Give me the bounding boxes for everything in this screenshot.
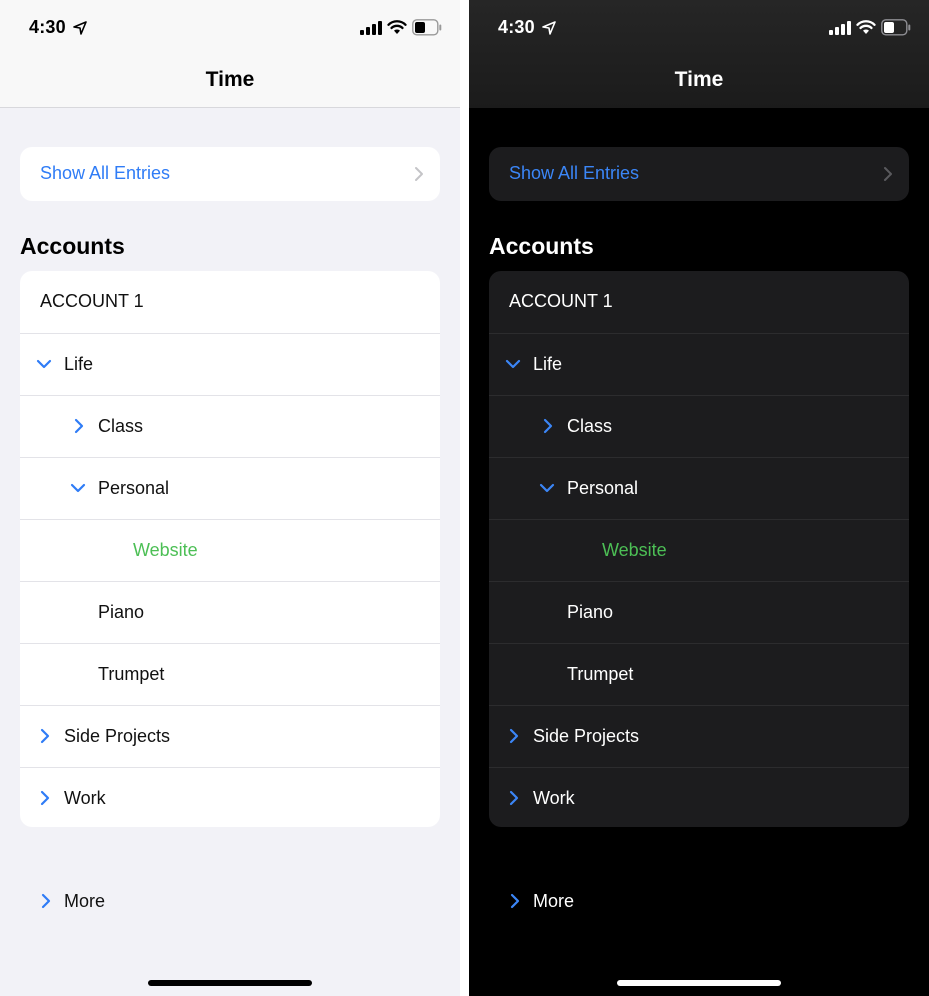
- battery-icon: [881, 19, 911, 36]
- list-item-label: Work: [533, 788, 575, 808]
- list-item-trumpet[interactable]: Trumpet: [20, 643, 440, 705]
- more-button[interactable]: More: [489, 884, 909, 920]
- status-time: 4:30: [498, 17, 535, 37]
- show-all-entries-label: Show All Entries: [509, 163, 640, 183]
- list-item-website[interactable]: Website: [20, 519, 440, 581]
- list-item-label: Website: [133, 540, 198, 560]
- account-label: ACCOUNT 1: [509, 291, 613, 311]
- list-item-label: Piano: [98, 602, 145, 622]
- disclosure-chevron-icon: [884, 167, 892, 181]
- dark-mode-screen: 4:30 Time Show All Entries Accounts ACCO…: [469, 0, 929, 996]
- list-item-label: Life: [64, 354, 94, 374]
- chevron-down-icon: [70, 483, 86, 493]
- list-item-website[interactable]: Website: [489, 519, 909, 581]
- cellular-signal-icon: [360, 21, 382, 35]
- list-item-life[interactable]: Life: [489, 333, 909, 395]
- list-item-work[interactable]: Work: [489, 767, 909, 827]
- list-item-class[interactable]: Class: [20, 395, 440, 457]
- show-all-entries-button[interactable]: Show All Entries: [489, 147, 909, 201]
- list-item-label: Life: [533, 354, 563, 374]
- page-title: Time: [205, 68, 255, 91]
- accounts-header: Accounts: [20, 233, 125, 259]
- list-item-label: Class: [567, 416, 613, 436]
- home-indicator[interactable]: [617, 980, 781, 986]
- list-item-label: Work: [64, 788, 106, 808]
- more-label: More: [533, 891, 575, 911]
- list-item-label: Personal: [98, 478, 170, 498]
- account-row[interactable]: ACCOUNT 1: [20, 271, 440, 333]
- list-item-label: Trumpet: [567, 664, 634, 684]
- list-item-piano[interactable]: Piano: [489, 581, 909, 643]
- list-item-side-projects[interactable]: Side Projects: [20, 705, 440, 767]
- list-item-piano[interactable]: Piano: [20, 581, 440, 643]
- chevron-right-icon: [40, 790, 50, 806]
- navigation-bar: 4:30 Time: [469, 0, 929, 108]
- chevron-right-icon: [74, 418, 84, 434]
- chevron-right-icon: [40, 728, 50, 744]
- list-item-label: Website: [602, 540, 667, 560]
- navigation-bar: 4:30 Time: [0, 0, 460, 108]
- location-arrow-icon: [73, 21, 87, 35]
- list-item-label: Personal: [567, 478, 639, 498]
- list-item-work[interactable]: Work: [20, 767, 440, 827]
- list-item-personal[interactable]: Personal: [20, 457, 440, 519]
- disclosure-chevron-icon: [415, 167, 423, 181]
- list-item-label: Side Projects: [64, 726, 171, 746]
- cellular-signal-icon: [829, 21, 851, 35]
- list-item-class[interactable]: Class: [489, 395, 909, 457]
- wifi-icon: [856, 20, 876, 34]
- battery-icon: [412, 19, 442, 36]
- account-label: ACCOUNT 1: [40, 291, 144, 311]
- list-item-label: Piano: [567, 602, 614, 622]
- chevron-right-icon: [510, 893, 520, 909]
- list-item-personal[interactable]: Personal: [489, 457, 909, 519]
- wifi-icon: [387, 20, 407, 34]
- chevron-right-icon: [41, 893, 51, 909]
- list-item-label: Side Projects: [533, 726, 640, 746]
- light-mode-screen: 4:30 Time Show All Entries Accounts ACCO…: [0, 0, 460, 996]
- location-arrow-icon: [542, 21, 556, 35]
- status-bar: 4:30: [0, 0, 460, 56]
- list-item-life[interactable]: Life: [20, 333, 440, 395]
- chevron-right-icon: [509, 728, 519, 744]
- more-label: More: [64, 891, 106, 911]
- chevron-down-icon: [539, 483, 555, 493]
- accounts-list: ACCOUNT 1 Life Class Personal Website Pi…: [20, 271, 440, 827]
- chevron-right-icon: [509, 790, 519, 806]
- home-indicator[interactable]: [148, 980, 312, 986]
- screen-divider: [460, 0, 469, 996]
- accounts-header: Accounts: [489, 233, 594, 259]
- chevron-right-icon: [543, 418, 553, 434]
- list-item-side-projects[interactable]: Side Projects: [489, 705, 909, 767]
- list-item-label: Class: [98, 416, 144, 436]
- chevron-down-icon: [36, 359, 52, 369]
- page-title: Time: [674, 68, 724, 91]
- chevron-down-icon: [505, 359, 521, 369]
- status-time: 4:30: [29, 17, 66, 37]
- list-item-label: Trumpet: [98, 664, 165, 684]
- list-item-trumpet[interactable]: Trumpet: [489, 643, 909, 705]
- status-bar: 4:30: [469, 0, 929, 56]
- account-row[interactable]: ACCOUNT 1: [489, 271, 909, 333]
- more-button[interactable]: More: [20, 884, 440, 920]
- show-all-entries-button[interactable]: Show All Entries: [20, 147, 440, 201]
- show-all-entries-label: Show All Entries: [40, 163, 171, 183]
- accounts-list: ACCOUNT 1 Life Class Personal Website Pi…: [489, 271, 909, 827]
